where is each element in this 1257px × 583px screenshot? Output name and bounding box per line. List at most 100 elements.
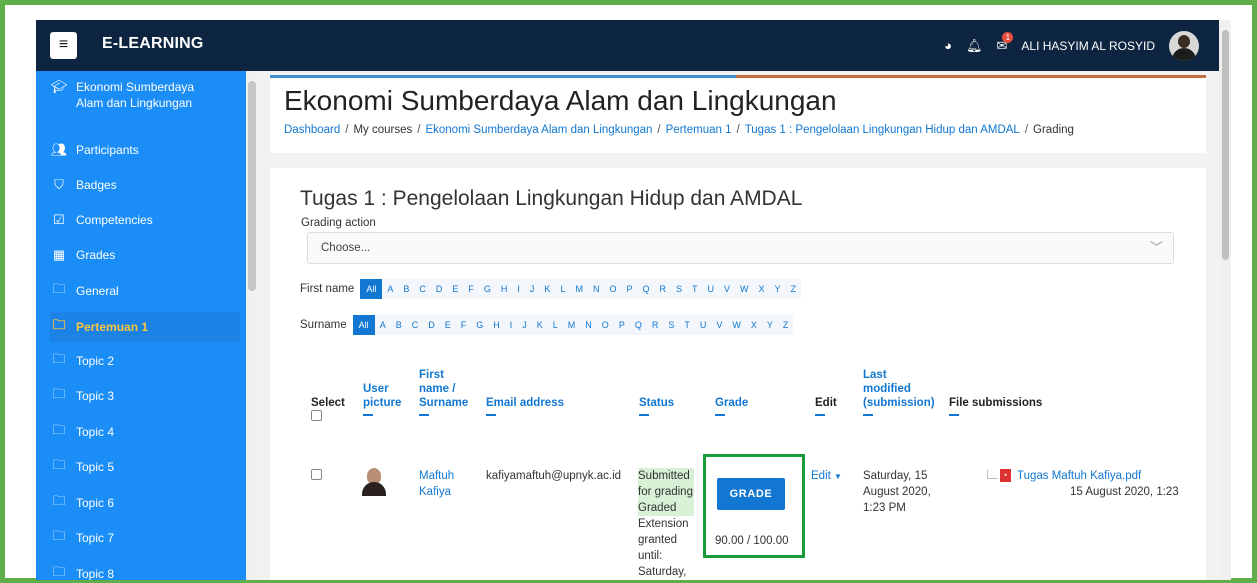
surname-initial-a[interactable]: A xyxy=(374,315,391,335)
user-name[interactable]: ALI HASYIM AL ROSYID xyxy=(1021,39,1155,53)
surname-initial-w[interactable]: W xyxy=(727,315,746,335)
first-name-initial-k[interactable]: K xyxy=(539,279,556,299)
avatar[interactable] xyxy=(362,468,386,496)
first-name-initial-b[interactable]: B xyxy=(398,279,415,299)
first-name-initial-l[interactable]: L xyxy=(555,279,571,299)
sidebar-item-competencies[interactable]: ☑ Competencies xyxy=(50,205,240,235)
surname-initial-x[interactable]: X xyxy=(745,315,762,335)
first-name-initial-t[interactable]: T xyxy=(687,279,703,299)
surname-initial-s[interactable]: S xyxy=(663,315,680,335)
first-name-initial-j[interactable]: J xyxy=(524,279,540,299)
surname-initial-p[interactable]: P xyxy=(613,315,630,335)
surname-initial-i[interactable]: I xyxy=(504,315,518,335)
surname-initial-t[interactable]: T xyxy=(679,315,695,335)
first-name-initial-y[interactable]: Y xyxy=(769,279,786,299)
header-name[interactable]: First name / Surname xyxy=(419,368,474,416)
bell-icon[interactable]: 🔔︎ xyxy=(966,38,983,54)
sidebar-item-topic-4[interactable]: 🗀 Topic 4 xyxy=(50,417,240,447)
surname-initial-y[interactable]: Y xyxy=(761,315,778,335)
folder-icon: 🗀 xyxy=(52,281,66,296)
file-link[interactable]: Tugas Maftuh Kafiya.pdf xyxy=(1017,470,1141,482)
surname-initial-r[interactable]: R xyxy=(646,315,664,335)
header-grade[interactable]: Grade xyxy=(715,396,748,416)
surname-initial-k[interactable]: K xyxy=(531,315,548,335)
sidebar-item-grades[interactable]: ▦ Grades xyxy=(50,240,240,270)
surname-initial-v[interactable]: V xyxy=(711,315,728,335)
page-scrollbar[interactable] xyxy=(1219,20,1231,580)
first-name-initial-g[interactable]: G xyxy=(478,279,496,299)
first-name-initial-i[interactable]: I xyxy=(512,279,525,299)
surname-initial-b[interactable]: B xyxy=(390,315,407,335)
sidebar-scrollbar-thumb[interactable] xyxy=(248,81,256,291)
sidebar-item-topic-6[interactable]: 🗀 Topic 6 xyxy=(50,488,240,518)
chat-icon[interactable]: ✉ 1 xyxy=(996,31,1014,54)
first-name-initial-r[interactable]: R xyxy=(654,279,671,299)
surname-initial-e[interactable]: E xyxy=(439,315,456,335)
first-name-initial-o[interactable]: O xyxy=(604,279,622,299)
site-name[interactable]: E-LEARNING xyxy=(102,35,204,53)
sidebar-item-topic-8[interactable]: 🗀 Topic 8 xyxy=(50,559,240,580)
first-name-initial-e[interactable]: E xyxy=(447,279,464,299)
surname-initial-q[interactable]: Q xyxy=(629,315,647,335)
surname-initial-j[interactable]: J xyxy=(517,315,532,335)
surname-initial-l[interactable]: L xyxy=(547,315,563,335)
globe-icon[interactable]: ◕ xyxy=(944,38,952,53)
breadcrumb-dashboard[interactable]: Dashboard xyxy=(284,124,340,136)
surname-initial-n[interactable]: N xyxy=(580,315,597,335)
first-name-initial-p[interactable]: P xyxy=(621,279,638,299)
first-name-initial-h[interactable]: H xyxy=(495,279,513,299)
first-name-initial-a[interactable]: A xyxy=(382,279,399,299)
top-navbar: ≡ E-LEARNING ◕ 🔔︎ ✉ 1 ALI HASYIM AL ROSYI… xyxy=(36,20,1219,71)
first-name-initial-n[interactable]: N xyxy=(587,279,605,299)
breadcrumb-section[interactable]: Pertemuan 1 xyxy=(666,124,732,136)
surname-initial-o[interactable]: O xyxy=(596,315,614,335)
sidebar-item-pertemuan-1[interactable]: 🗀 Pertemuan 1 xyxy=(50,312,240,342)
sidebar-item-topic-5[interactable]: 🗀 Topic 5 xyxy=(50,452,240,482)
sidebar-item-participants[interactable]: 👥︎ Participants xyxy=(50,135,240,165)
first-name-initial-s[interactable]: S xyxy=(671,279,688,299)
surname-initial-all[interactable]: All xyxy=(352,315,375,335)
first-name-initial-q[interactable]: Q xyxy=(637,279,655,299)
surname-initial-c[interactable]: C xyxy=(406,315,424,335)
sidebar-item-topic-7[interactable]: 🗀 Topic 7 xyxy=(50,523,240,553)
first-name-initial-all[interactable]: All xyxy=(360,279,383,299)
browser-viewport: ≡ E-LEARNING ◕ 🔔︎ ✉ 1 ALI HASYIM AL ROSYI… xyxy=(36,20,1231,580)
sidebar-item-general[interactable]: 🗀 General xyxy=(50,276,240,306)
first-name-initial-d[interactable]: D xyxy=(430,279,448,299)
first-name-initial-z[interactable]: Z xyxy=(785,279,802,299)
first-name-initial-w[interactable]: W xyxy=(735,279,754,299)
surname-initial-d[interactable]: D xyxy=(423,315,440,335)
first-name-initial-v[interactable]: V xyxy=(719,279,736,299)
header-edit: Edit xyxy=(815,396,837,416)
sidebar-item-topic-3[interactable]: 🗀 Topic 3 xyxy=(50,381,240,411)
breadcrumb-course[interactable]: Ekonomi Sumberdaya Alam dan Lingkungan xyxy=(425,124,652,136)
surname-initial-m[interactable]: M xyxy=(562,315,581,335)
surname-initial-z[interactable]: Z xyxy=(777,315,794,335)
sidebar-item-badges[interactable]: ⛉ Badges xyxy=(50,170,240,200)
edit-menu[interactable]: Edit ▼ xyxy=(811,468,842,485)
hamburger-icon[interactable]: ≡ xyxy=(50,32,77,59)
student-name[interactable]: Maftuh Kafiya xyxy=(419,468,469,500)
surname-initial-g[interactable]: G xyxy=(471,315,489,335)
select-all-checkbox[interactable] xyxy=(311,410,322,421)
page-scrollbar-thumb[interactable] xyxy=(1222,30,1229,260)
header-email[interactable]: Email address xyxy=(486,396,564,416)
header-status[interactable]: Status xyxy=(639,396,674,416)
header-last-modified[interactable]: Last modified (submission) xyxy=(863,368,935,416)
first-name-initial-u[interactable]: U xyxy=(702,279,720,299)
first-name-initial-m[interactable]: M xyxy=(570,279,588,299)
first-name-initial-f[interactable]: F xyxy=(463,279,479,299)
grading-action-select[interactable]: Choose... ﹀ xyxy=(307,232,1174,264)
sidebar-item-topic-2[interactable]: 🗀 Topic 2 xyxy=(50,346,240,376)
surname-initial-f[interactable]: F xyxy=(455,315,472,335)
row-select-checkbox[interactable] xyxy=(311,469,322,480)
sidebar-scrollbar[interactable] xyxy=(246,71,258,580)
sidebar-item-course[interactable]: 🎓︎ Ekonomi Sumberdaya Alam dan Lingkunga… xyxy=(50,79,240,115)
breadcrumb-assignment[interactable]: Tugas 1 : Pengelolaan Lingkungan Hidup d… xyxy=(745,124,1020,136)
first-name-initial-c[interactable]: C xyxy=(414,279,431,299)
header-user-picture[interactable]: User picture xyxy=(363,382,403,416)
surname-initial-u[interactable]: U xyxy=(694,315,712,335)
first-name-initial-x[interactable]: X xyxy=(753,279,770,299)
user-avatar[interactable] xyxy=(1169,30,1199,61)
surname-initial-h[interactable]: H xyxy=(488,315,505,335)
